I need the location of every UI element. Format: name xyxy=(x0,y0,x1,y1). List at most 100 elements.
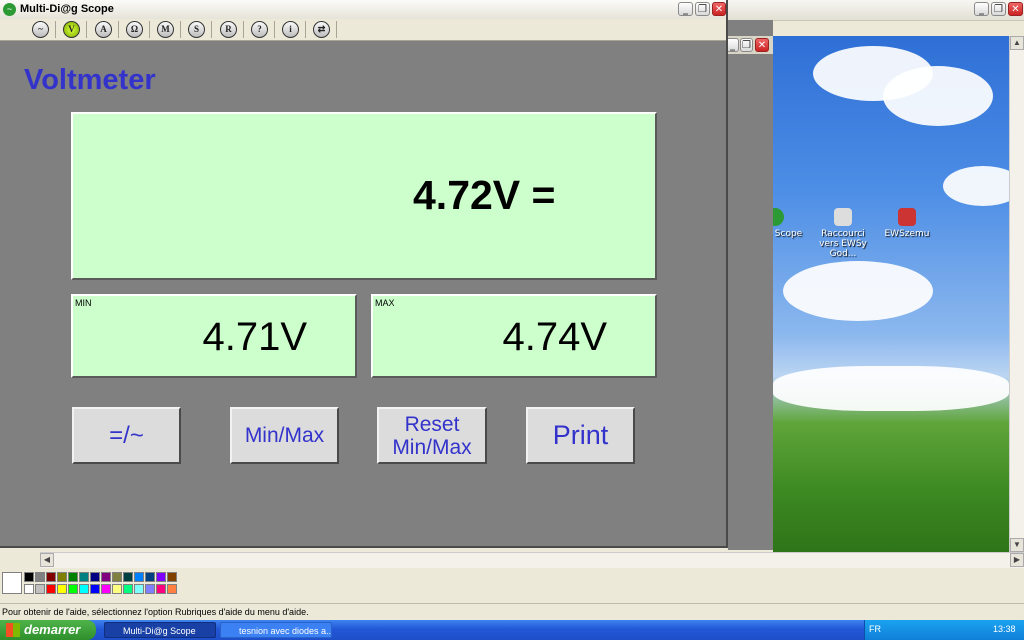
ohmmeter-icon[interactable]: Ω xyxy=(126,21,143,38)
palette-color-swatch[interactable] xyxy=(156,572,166,582)
app-logo-icon: ~ xyxy=(3,3,16,16)
main-reading: 4.72V = xyxy=(413,172,556,218)
app-minimize-icon[interactable]: _ xyxy=(678,2,693,16)
palette-color-swatch[interactable] xyxy=(112,572,122,582)
app-title: Multi-Di@g Scope xyxy=(20,3,114,15)
min-label: MIN xyxy=(75,298,92,308)
taskbar-item-paint[interactable]: tesnion avec diodes a... xyxy=(220,622,332,638)
voltmeter-icon[interactable]: V xyxy=(63,21,80,38)
minmax-button[interactable]: Min/Max xyxy=(230,407,339,464)
desktop-icon-label: EWSzemu xyxy=(884,229,930,239)
system-tray: FR 13:38 xyxy=(864,620,1024,640)
current-colors-swatch[interactable] xyxy=(2,572,22,594)
desktop-icon-ewszemu[interactable]: EWSzemu xyxy=(877,208,937,239)
palette-color-swatch[interactable] xyxy=(57,572,67,582)
color-palette xyxy=(0,570,1024,598)
vertical-scrollbar[interactable]: ▲ ▼ xyxy=(1009,36,1024,552)
min-value: 4.71V xyxy=(202,315,307,359)
shortcut-icon xyxy=(834,208,852,226)
close-icon[interactable]: ✕ xyxy=(1008,2,1023,16)
palette-color-swatch[interactable] xyxy=(57,584,67,594)
palette-color-swatch[interactable] xyxy=(123,572,133,582)
palette-color-swatch[interactable] xyxy=(24,572,34,582)
multidiag-window: ~ Multi-Di@g Scope _ ❐ ✕ ~ V A Ω M S R? i ⇄ Volt… xyxy=(0,0,728,548)
desktop-image: Di@g Scope Raccourci vers EWSy God... EW… xyxy=(773,36,1009,552)
desktop-icon-label: Raccourci vers EWSy God... xyxy=(819,229,867,259)
scroll-down-icon[interactable]: ▼ xyxy=(1010,538,1024,552)
palette-color-swatch[interactable] xyxy=(90,572,100,582)
max-label: MAX xyxy=(375,298,395,308)
maximize-icon[interactable]: ❐ xyxy=(991,2,1006,16)
desktop-icon-label: Di@g Scope xyxy=(773,229,803,239)
palette-color-swatch[interactable] xyxy=(167,584,177,594)
mode-m-icon[interactable]: M xyxy=(157,21,174,38)
oscilloscope-icon[interactable]: ~ xyxy=(32,21,49,38)
palette-color-swatch[interactable] xyxy=(123,584,133,594)
scroll-up-icon[interactable]: ▲ xyxy=(1010,36,1024,50)
palette-color-swatch[interactable] xyxy=(145,572,155,582)
start-label: demarrer xyxy=(24,622,81,637)
minimize-icon[interactable]: _ xyxy=(974,2,989,16)
palette-color-swatch[interactable] xyxy=(167,572,177,582)
toolbar-separator xyxy=(55,21,56,38)
paint-status-bar: Pour obtenir de l'aide, sélectionnez l'o… xyxy=(0,603,1024,620)
main-reading-panel: 4.72V = xyxy=(71,112,657,280)
desktop-icon-diag-scope[interactable]: Di@g Scope xyxy=(773,208,805,239)
palette-color-swatch[interactable] xyxy=(134,584,144,594)
app-maximize-icon[interactable]: ❐ xyxy=(695,2,710,16)
palette-color-swatch[interactable] xyxy=(35,572,45,582)
taskbar-item-label: tesnion avec diodes a... xyxy=(239,626,332,636)
palette-color-swatch[interactable] xyxy=(145,584,155,594)
desktop-icon-raccourci[interactable]: Raccourci vers EWSy God... xyxy=(813,208,873,259)
app-titlebar: ~ Multi-Di@g Scope _ ❐ ✕ xyxy=(0,0,726,20)
print-button-label: Print xyxy=(552,420,609,450)
minmax-button-label: Min/Max xyxy=(244,423,325,447)
info-icon[interactable]: i xyxy=(282,21,299,38)
palette-color-swatch[interactable] xyxy=(112,584,122,594)
taskbar-item-multidiag[interactable]: Multi-Di@g Scope xyxy=(104,622,216,638)
horizontal-scrollbar[interactable]: ◀ ▶ xyxy=(40,552,1024,568)
help-icon[interactable]: ? xyxy=(251,21,268,38)
palette-color-swatch[interactable] xyxy=(101,584,111,594)
paint-titlebar: _ ❐ ✕ xyxy=(728,0,1024,21)
palette-color-swatch[interactable] xyxy=(79,572,89,582)
page-title: Voltmeter xyxy=(24,64,156,96)
max-value: 4.74V xyxy=(502,315,607,359)
diag-scope-icon xyxy=(773,208,784,226)
language-indicator[interactable]: FR xyxy=(869,624,881,634)
palette-color-swatch[interactable] xyxy=(90,584,100,594)
palette-color-swatch[interactable] xyxy=(79,584,89,594)
start-button[interactable]: demarrer xyxy=(0,620,96,640)
print-button[interactable]: Print xyxy=(526,407,635,464)
mode-r-icon[interactable]: R xyxy=(220,21,237,38)
exit-icon[interactable]: ⇄ xyxy=(313,21,330,38)
acdc-button-label: =/~ xyxy=(109,421,144,449)
inner-restore-icon[interactable]: ❐ xyxy=(740,38,753,52)
toolbar-separator xyxy=(305,21,306,38)
palette-color-swatch[interactable] xyxy=(156,584,166,594)
palette-color-swatch[interactable] xyxy=(134,572,144,582)
mode-s-icon[interactable]: S xyxy=(188,21,205,38)
paint-canvas-area xyxy=(728,20,773,550)
toolbar-separator xyxy=(86,21,87,38)
toolbar-separator xyxy=(211,21,212,38)
toolbar-separator xyxy=(118,21,119,38)
acdc-toggle-button[interactable]: =/~ xyxy=(72,407,181,464)
scroll-left-icon[interactable]: ◀ xyxy=(40,553,54,567)
palette-color-swatch[interactable] xyxy=(46,572,56,582)
status-text: Pour obtenir de l'aide, sélectionnez l'o… xyxy=(2,607,309,617)
scroll-right-icon[interactable]: ▶ xyxy=(1010,553,1024,567)
taskbar-item-label: Multi-Di@g Scope xyxy=(123,626,196,636)
palette-color-swatch[interactable] xyxy=(35,584,45,594)
toolbar-separator xyxy=(336,21,337,38)
reset-minmax-button[interactable]: Reset Min/Max xyxy=(377,407,487,464)
palette-color-swatch[interactable] xyxy=(46,584,56,594)
ewszemu-icon xyxy=(898,208,916,226)
inner-close-icon[interactable]: ✕ xyxy=(755,38,769,52)
palette-color-swatch[interactable] xyxy=(101,572,111,582)
palette-color-swatch[interactable] xyxy=(68,572,78,582)
palette-color-swatch[interactable] xyxy=(68,584,78,594)
ammeter-icon[interactable]: A xyxy=(95,21,112,38)
app-close-icon[interactable]: ✕ xyxy=(712,2,726,16)
palette-color-swatch[interactable] xyxy=(24,584,34,594)
